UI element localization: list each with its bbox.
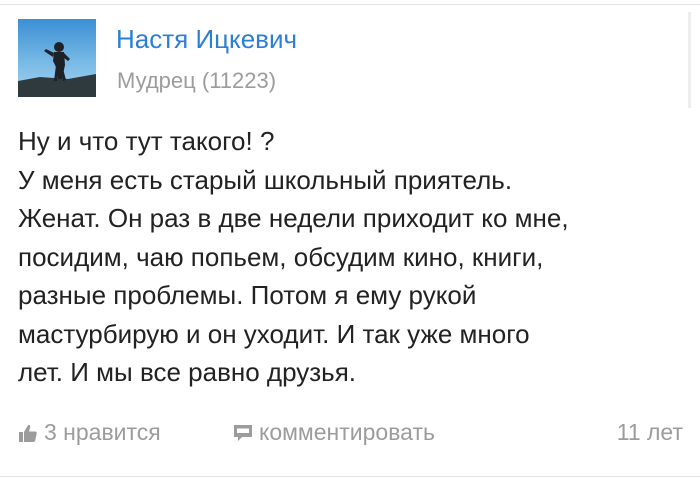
answer-line: посидим, чаю попьем, обсудим кино, книги… [18, 241, 544, 272]
answer-line: Женат. Он раз в две недели приходит ко м… [18, 203, 569, 233]
answer-line: лет. И мы все равно друзья. [18, 357, 357, 387]
avatar-image [18, 19, 96, 97]
bottom-divider [0, 476, 700, 477]
author-name-link[interactable]: Настя Ицкевич [116, 24, 297, 55]
comment-button[interactable]: комментировать [233, 419, 435, 446]
answer-line: мастурбирую и он уходит. И так уже много [18, 318, 530, 349]
avatar[interactable] [18, 19, 96, 97]
answer-card: Настя Ицкевич Мудрец (11223) Ну и что ту… [0, 0, 700, 483]
like-count-label: 3 нравится [44, 419, 161, 445]
answer-line: разные проблемы. Потом я ему рукой [18, 280, 477, 310]
top-divider [0, 4, 700, 5]
author-rank: Мудрец (11223) [117, 68, 277, 93]
comment-icon [233, 424, 253, 442]
answer-text: Ну и что тут такого! ? У меня есть стары… [18, 122, 690, 392]
like-button[interactable]: 3 нравится [18, 419, 161, 446]
post-timestamp: 11 лет [616, 419, 683, 445]
scrollbar[interactable] [688, 12, 691, 108]
thumbs-up-icon [18, 423, 38, 443]
answer-line: Ну и что тут такого! ? [18, 126, 275, 156]
comment-label: комментировать [259, 419, 435, 445]
answer-line: У меня есть старый школьный приятель. [18, 164, 513, 195]
